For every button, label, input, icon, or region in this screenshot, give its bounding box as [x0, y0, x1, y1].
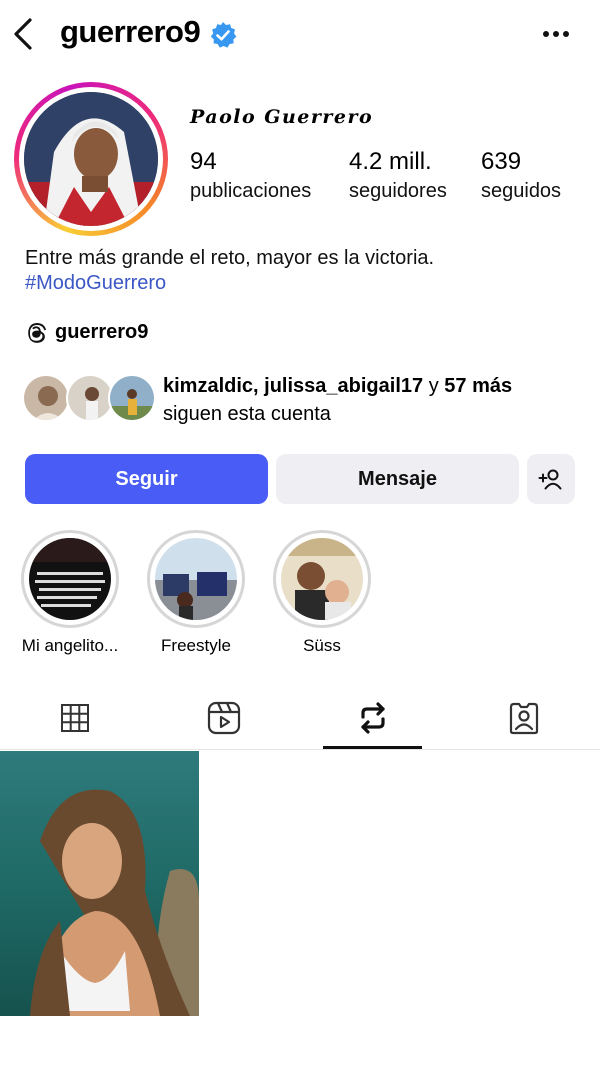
follower-avatar — [108, 374, 156, 422]
chevron-left-icon[interactable] — [10, 16, 38, 52]
highlight-item[interactable]: Mi angelito... — [20, 530, 120, 656]
threads-handle: guerrero9 — [55, 320, 149, 343]
tab-reels[interactable] — [174, 688, 274, 748]
highlight-cover — [29, 538, 111, 620]
highlight-label: Süss — [303, 636, 341, 655]
tab-grid[interactable] — [25, 688, 125, 748]
followed-by-connector: y — [423, 375, 445, 397]
highlight-item[interactable]: Süss — [272, 530, 372, 656]
stat-followers[interactable]: 4.2 mill. seguidores — [349, 148, 447, 203]
stat-posts-value: 94 — [190, 148, 217, 175]
more-horizontal-icon[interactable] — [540, 22, 572, 46]
profile-bio: Entre más grande el reto, mayor es la vi… — [25, 247, 435, 269]
reels-icon — [207, 701, 241, 735]
top-bar: guerrero9 — [0, 0, 600, 70]
stat-followers-value: 4.2 mill. — [349, 148, 432, 175]
highlight-label: Freestyle — [161, 636, 231, 655]
threads-icon — [28, 323, 47, 343]
tab-tagged[interactable] — [474, 688, 574, 748]
bio-hashtag-link[interactable]: #ModoGuerrero — [25, 272, 166, 295]
grid-icon — [61, 704, 89, 732]
threads-link[interactable]: guerrero9 — [25, 318, 148, 346]
repost-icon — [361, 702, 385, 734]
add-user-icon — [538, 469, 562, 490]
stat-following[interactable]: 639 seguidos — [481, 148, 561, 203]
highlight-item[interactable]: Freestyle — [146, 530, 246, 656]
follower-avatar — [66, 374, 114, 422]
follow-button[interactable]: Seguir — [25, 454, 268, 504]
stat-following-label: seguidos — [481, 180, 562, 202]
message-button[interactable]: Mensaje — [276, 454, 519, 504]
active-tab-indicator — [323, 746, 422, 749]
highlight-cover — [281, 538, 363, 620]
stat-following-value: 639 — [481, 148, 522, 175]
highlight-cover — [155, 538, 237, 620]
stat-followers-label: seguidores — [349, 180, 447, 202]
followed-by[interactable]: kimzaldic, julissa_abigail17 y 57 más si… — [22, 370, 582, 430]
stat-posts[interactable]: 94 publicaciones — [190, 148, 311, 203]
stat-posts-label: publicaciones — [190, 180, 312, 202]
followed-by-more: 57 más — [444, 375, 513, 397]
display-name: Paolo Guerrero — [190, 106, 374, 128]
profile-avatar[interactable] — [14, 82, 168, 236]
follower-avatar — [22, 374, 70, 422]
profile-tabs — [0, 688, 600, 750]
avatar-photo — [24, 92, 158, 226]
post-thumbnail[interactable] — [0, 751, 199, 1016]
verified-badge-icon — [210, 22, 237, 48]
highlight-label: Mi angelito... — [21, 636, 119, 655]
tagged-icon — [509, 702, 539, 735]
followed-by-names: kimzaldic, julissa_abigail17 — [163, 375, 424, 397]
add-user-button[interactable] — [527, 454, 575, 504]
profile-username: guerrero9 — [60, 14, 201, 49]
followed-by-caption: siguen esta cuenta — [163, 403, 331, 425]
tab-reposts[interactable] — [323, 688, 423, 748]
